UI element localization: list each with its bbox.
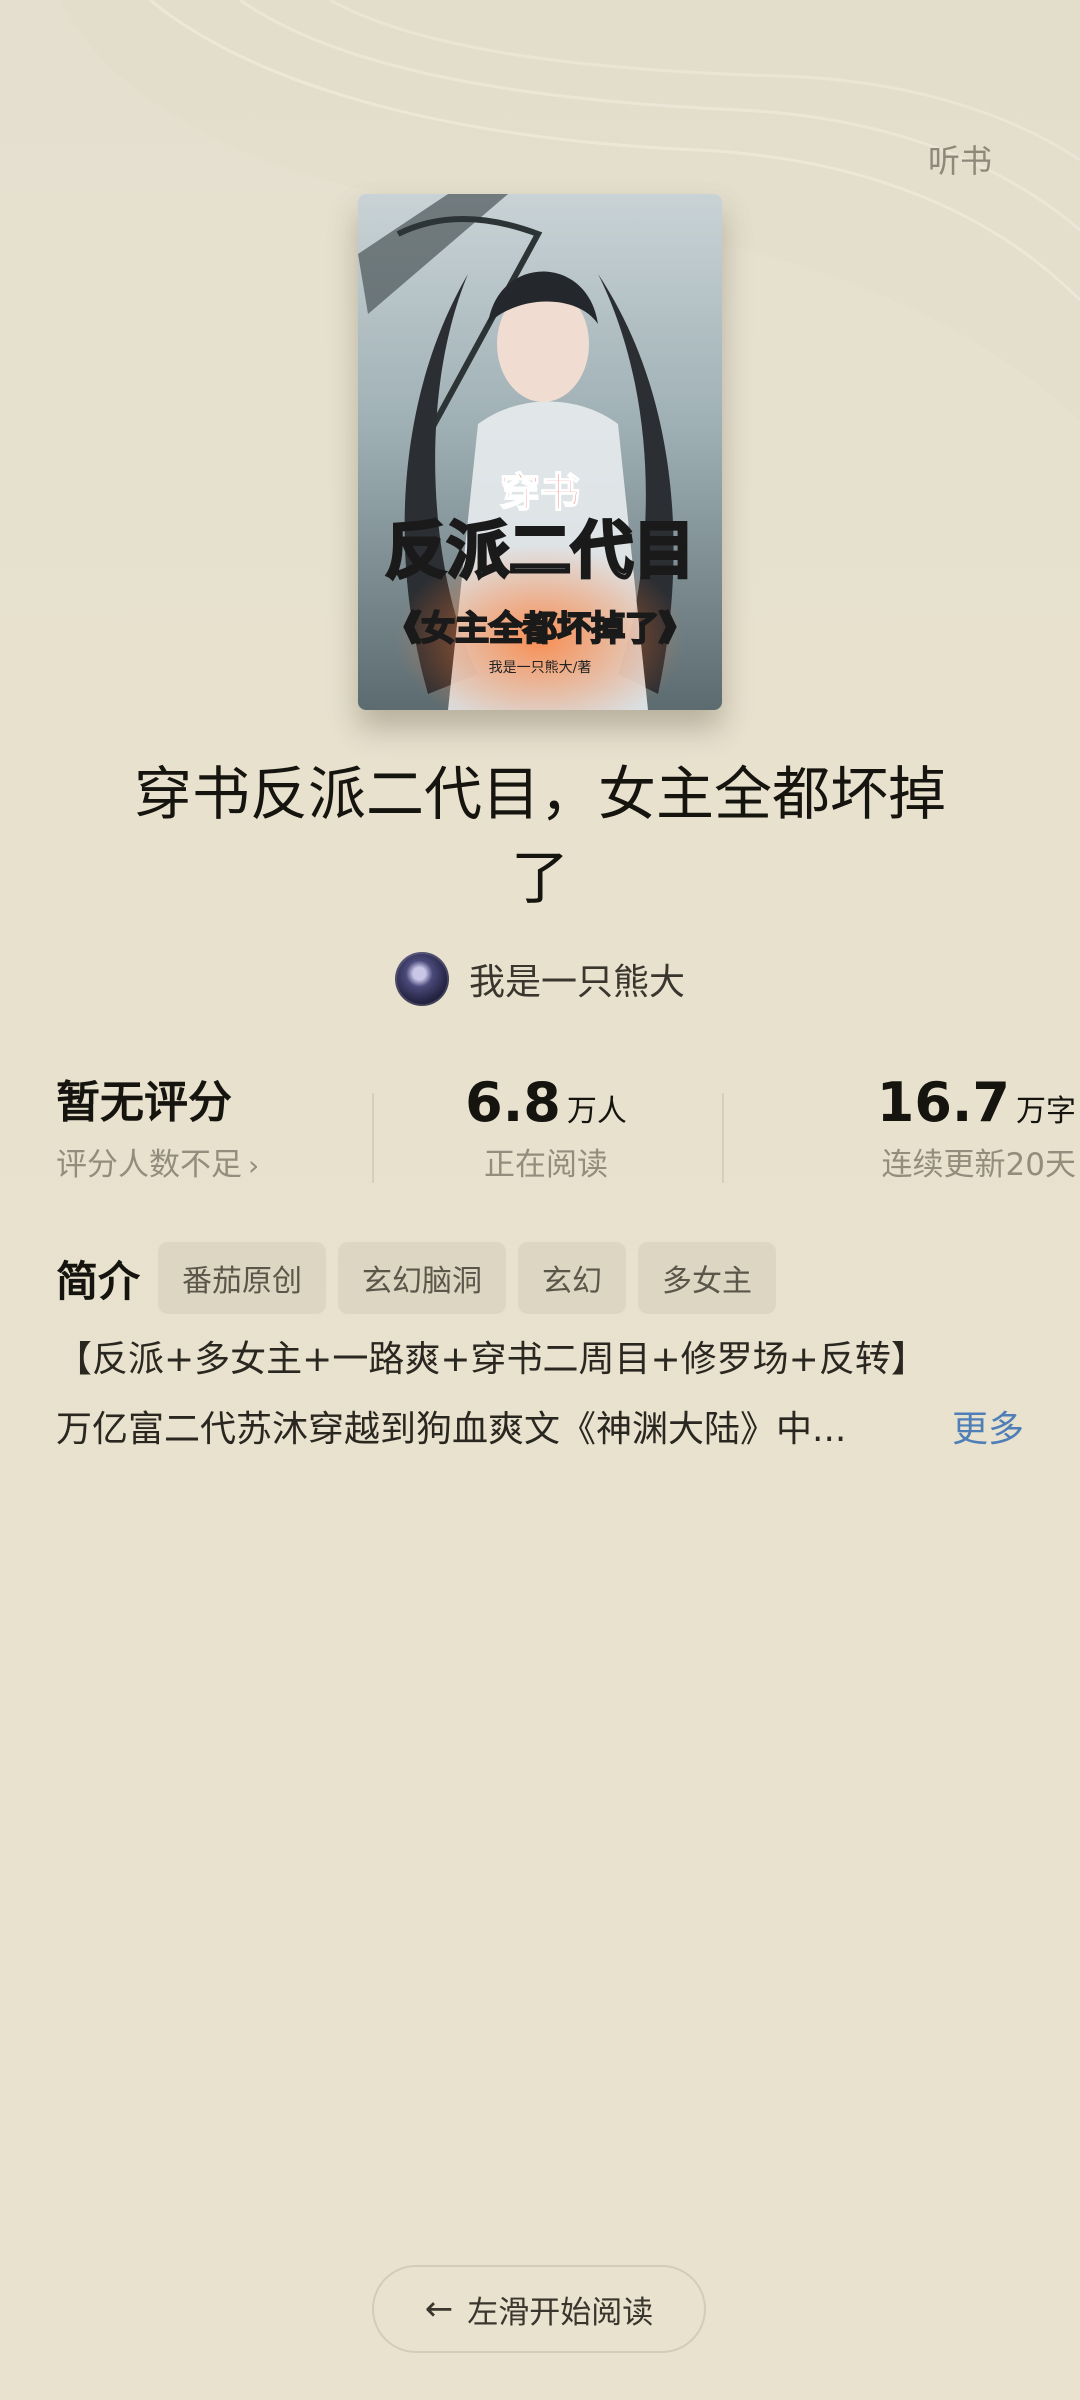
tag-chip[interactable]: 玄幻 bbox=[518, 1242, 627, 1314]
stat-divider bbox=[372, 1093, 374, 1183]
swipe-to-read-button[interactable]: ← 左滑开始阅读 bbox=[372, 2265, 706, 2353]
rating-sub-text: 评分人数不足 bbox=[56, 1147, 242, 1183]
words-stat: 16.7 万字 连续更新20天 bbox=[726, 1075, 1076, 1205]
words-unit: 万字 bbox=[1016, 1094, 1076, 1129]
intro-label: 简介 bbox=[56, 1256, 141, 1306]
readers-value: 6.8 bbox=[465, 1071, 561, 1134]
words-sub: 连续更新20天 bbox=[881, 1147, 1076, 1183]
readers-sub: 正在阅读 bbox=[484, 1147, 608, 1183]
chevron-right-icon: › bbox=[248, 1149, 260, 1182]
rating-label: 暂无评分 bbox=[56, 1077, 232, 1128]
arrow-left-icon: ← bbox=[424, 2289, 454, 2329]
book-detail-page: 听书 穿书 反派二代目 《女主全都坏掉了》 我是一只熊大/著 穿书反派二代目，女… bbox=[0, 0, 1080, 2400]
tag-chip[interactable]: 玄幻脑洞 bbox=[338, 1242, 507, 1314]
intro-line-1: 【反派+多女主+一路爽+穿书二周目+修罗场+反转】 bbox=[56, 1339, 927, 1380]
readers-stat: 6.8 万人 正在阅读 bbox=[376, 1075, 716, 1205]
author-name[interactable]: 我是一只熊大 bbox=[469, 953, 685, 1005]
rating-sub[interactable]: 评分人数不足 › bbox=[56, 1139, 366, 1184]
stat-divider bbox=[722, 1093, 724, 1183]
tag-chip[interactable]: 番茄原创 bbox=[158, 1242, 327, 1314]
cover-author-credit: 我是一只熊大/著 bbox=[489, 660, 592, 676]
cover-art: 穿书 反派二代目 《女主全都坏掉了》 我是一只熊大/著 bbox=[358, 194, 722, 710]
more-link[interactable]: 更多 bbox=[952, 1400, 1024, 1452]
cover-title-main: 反派二代目 bbox=[385, 514, 695, 587]
book-title: 穿书反派二代目，女主全都坏掉了 bbox=[133, 760, 946, 912]
book-cover[interactable]: 穿书 反派二代目 《女主全都坏掉了》 我是一只熊大/著 bbox=[358, 194, 722, 710]
stats-row: 暂无评分 评分人数不足 › 6.8 万人 正在阅读 16.7 万字 连续更新20天 bbox=[56, 1075, 1076, 1205]
author-row[interactable]: 我是一只熊大 bbox=[0, 952, 1080, 1006]
intro-line-2: 万亿富二代苏沐穿越到狗血爽文《神渊大陆》中... bbox=[56, 1409, 847, 1450]
intro-line-2-row: 万亿富二代苏沐穿越到狗血爽文《神渊大陆》中... 更多 bbox=[56, 1400, 1024, 1452]
intro-header: 简介 番茄原创 玄幻脑洞 玄幻 多女主 bbox=[56, 1242, 1024, 1314]
cover-title-sub: 《女主全都坏掉了》 bbox=[387, 609, 693, 649]
listen-book-button[interactable]: 听书 bbox=[928, 136, 992, 182]
cover-badge: 穿书 bbox=[500, 469, 580, 516]
author-avatar[interactable] bbox=[394, 952, 449, 1006]
words-value: 16.7 bbox=[876, 1071, 1010, 1134]
swipe-label: 左滑开始阅读 bbox=[467, 2294, 654, 2331]
readers-unit: 万人 bbox=[566, 1094, 627, 1129]
tag-chip[interactable]: 多女主 bbox=[638, 1242, 777, 1314]
rating-stat[interactable]: 暂无评分 评分人数不足 › bbox=[56, 1075, 366, 1205]
